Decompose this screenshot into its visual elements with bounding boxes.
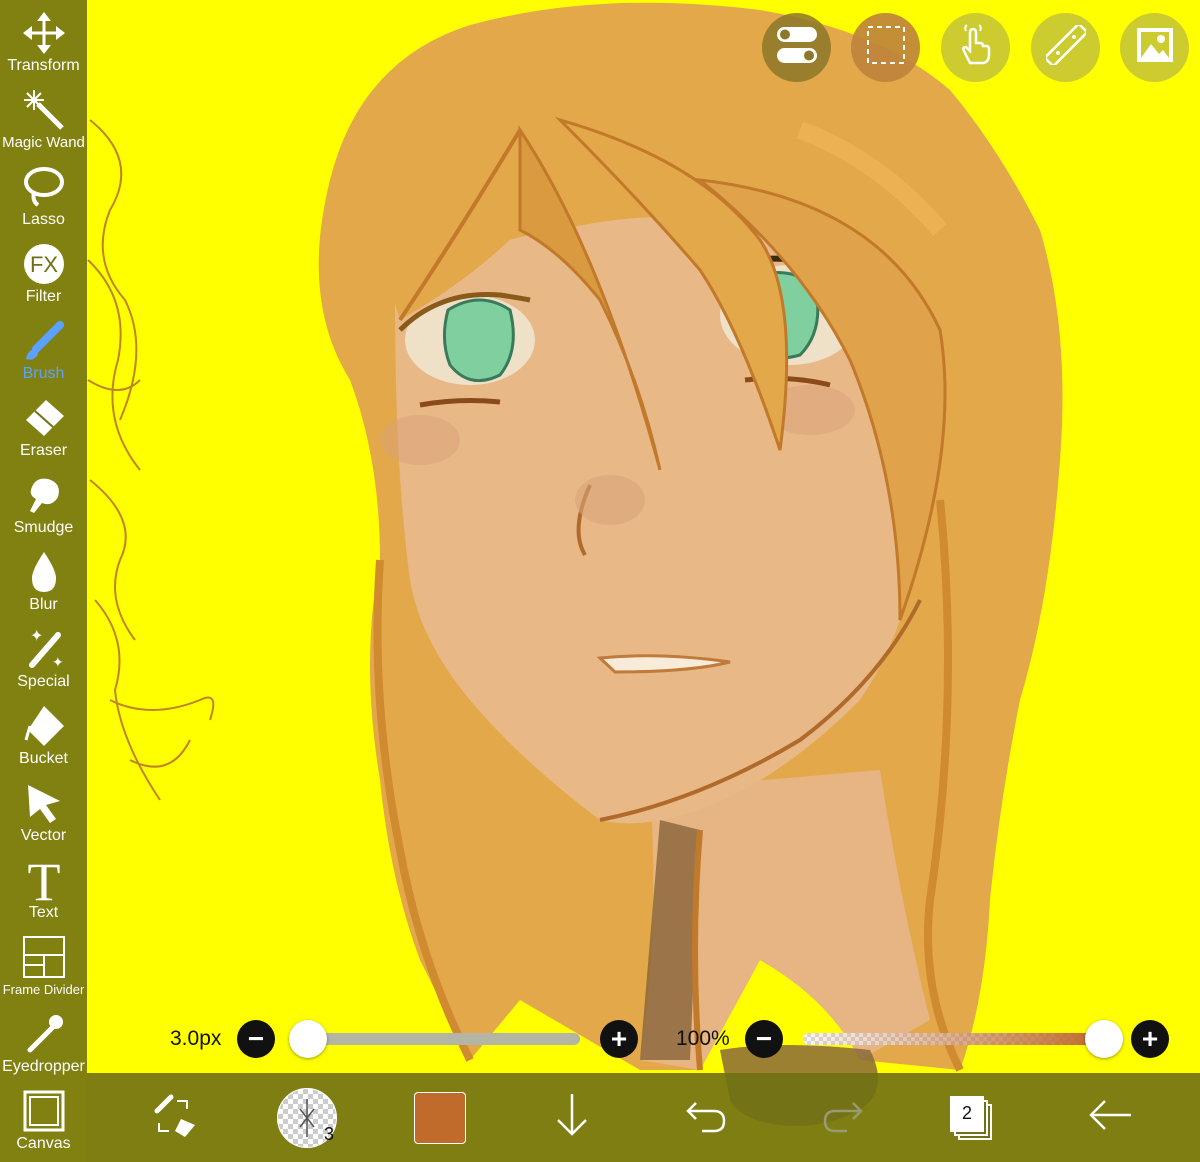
tool-brush[interactable]: Brush (0, 308, 87, 385)
eraser-icon (19, 394, 69, 442)
plus-icon: + (610, 1023, 628, 1054)
tool-magic-wand[interactable]: Magic Wand (0, 77, 87, 154)
svg-text:FX: FX (29, 252, 57, 277)
tool-label: Bucket (19, 750, 68, 767)
vector-arrow-icon (19, 779, 69, 827)
material-button[interactable] (1120, 13, 1189, 82)
drawing-canvas[interactable] (0, 0, 1200, 1162)
selection-icon (866, 25, 906, 70)
brush-icon (19, 317, 69, 365)
transform-icon (19, 9, 69, 57)
brush-preview: 3 (277, 1087, 337, 1148)
tool-label: Special (17, 673, 70, 690)
touch-icon (956, 23, 996, 72)
quick-tool-toggle-button[interactable] (142, 1073, 206, 1162)
brush-size-label: 3.0px (170, 1027, 222, 1050)
minus-icon: − (755, 1023, 773, 1054)
redo-icon (821, 1097, 863, 1138)
text-icon: T (19, 856, 69, 904)
tool-canvas[interactable]: Canvas (0, 1078, 87, 1155)
tool-bucket[interactable]: Bucket (0, 693, 87, 770)
tool-smudge[interactable]: Smudge (0, 462, 87, 539)
minus-icon: − (247, 1023, 265, 1054)
arrow-down-icon (554, 1092, 590, 1143)
opacity-slider-thumb[interactable] (1085, 1020, 1123, 1058)
back-button[interactable] (1077, 1073, 1143, 1162)
tool-label: Eraser (19, 442, 68, 459)
tool-blur[interactable]: Blur (0, 539, 87, 616)
tool-label: Vector (20, 827, 67, 844)
opacity-label: 100% (676, 1027, 730, 1050)
fx-icon: FX (19, 240, 69, 288)
toggle-settings-button[interactable] (762, 13, 831, 82)
layer-down-button[interactable] (542, 1073, 602, 1162)
tool-eraser[interactable]: Eraser (0, 385, 87, 462)
tool-transform[interactable]: Transform (0, 0, 87, 77)
tool-label: Brush (22, 365, 65, 382)
smudge-icon (19, 471, 69, 519)
brush-preview-button[interactable]: 3 (272, 1073, 342, 1162)
tool-label: Text (28, 904, 59, 921)
tool-label: Eyedropper (2, 1058, 85, 1075)
tool-special[interactable]: ✦ ✦ Special (0, 616, 87, 693)
selection-button[interactable] (851, 13, 920, 82)
tool-label: Filter (25, 288, 62, 305)
svg-text:✦: ✦ (30, 628, 43, 645)
bottom-toolbar: 3 2 (87, 1073, 1200, 1162)
special-icon: ✦ ✦ (19, 625, 69, 673)
tool-lasso[interactable]: Lasso (0, 154, 87, 231)
tool-label: Frame Divider (2, 982, 85, 997)
ruler-button[interactable] (1031, 13, 1100, 82)
magic-wand-icon (19, 86, 69, 134)
tool-label: Magic Wand (2, 134, 85, 151)
brush-size-slider[interactable] (300, 1033, 580, 1045)
arrow-left-icon (1087, 1097, 1133, 1138)
tool-label: Lasso (22, 211, 65, 228)
brush-eraser-swap-icon (151, 1093, 197, 1142)
current-color-swatch (414, 1091, 466, 1144)
lasso-icon (19, 163, 69, 211)
svg-text:✦: ✦ (52, 654, 64, 670)
ruler-icon (1043, 23, 1088, 70)
tool-frame-divider[interactable]: Frame Divider (0, 924, 87, 1001)
redo-button[interactable] (812, 1073, 872, 1162)
brush-size-increase-button[interactable]: + (600, 1020, 638, 1058)
tool-vector[interactable]: Vector (0, 770, 87, 847)
frame-divider-icon (19, 933, 69, 981)
layers-count: 2 (950, 1095, 984, 1132)
tool-label: Blur (29, 596, 58, 613)
toggle-icon (776, 27, 817, 68)
touch-button[interactable] (941, 13, 1010, 82)
bucket-icon (19, 702, 69, 750)
undo-button[interactable] (677, 1073, 737, 1162)
opacity-decrease-button[interactable]: − (745, 1020, 783, 1058)
blur-drop-icon (19, 548, 69, 596)
tool-eyedropper[interactable]: Eyedropper (0, 1001, 87, 1078)
opacity-increase-button[interactable]: + (1131, 1020, 1169, 1058)
svg-text:T: T (27, 856, 60, 904)
brush-size-decrease-button[interactable]: − (237, 1020, 275, 1058)
tool-label: Canvas (16, 1135, 71, 1152)
brush-preview-number: 3 (323, 1123, 334, 1144)
opacity-slider[interactable] (803, 1033, 1103, 1045)
tool-filter[interactable]: FX Filter (0, 231, 87, 308)
layers-icon: 2 (950, 1095, 994, 1140)
eyedropper-icon (19, 1010, 69, 1058)
layers-button[interactable]: 2 (942, 1073, 1002, 1162)
tool-text[interactable]: T Text (0, 847, 87, 924)
canvas-icon (19, 1087, 69, 1135)
undo-icon (686, 1097, 728, 1138)
plus-icon: + (1141, 1023, 1159, 1054)
color-picker-button[interactable] (407, 1073, 473, 1162)
brush-size-slider-thumb[interactable] (289, 1020, 327, 1058)
tool-label: Transform (7, 57, 80, 74)
tool-sidebar: Transform Magic Wand Lasso FX Filter Bru… (0, 0, 87, 1162)
material-icon (1135, 26, 1175, 69)
tool-label: Smudge (13, 519, 74, 536)
